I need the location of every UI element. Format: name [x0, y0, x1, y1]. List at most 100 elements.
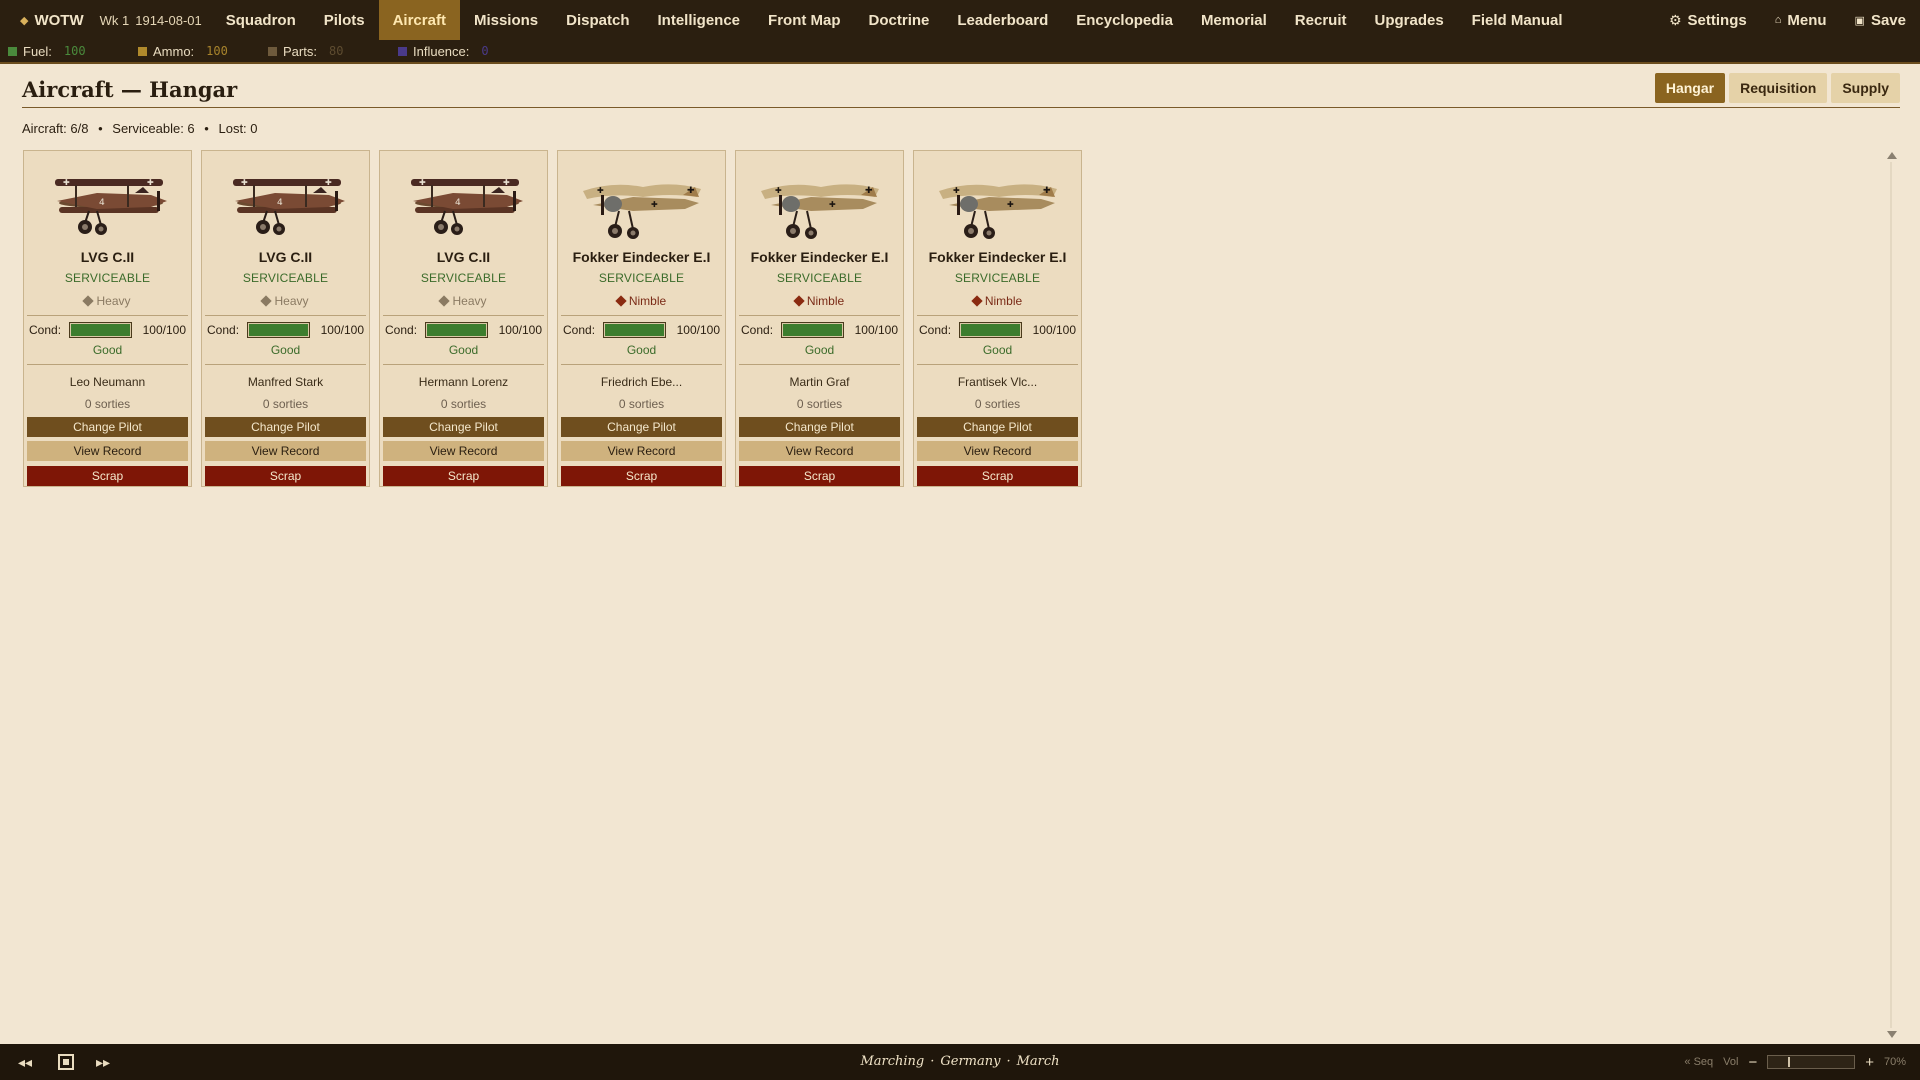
- nav-leaderboard[interactable]: Leaderboard: [943, 0, 1062, 40]
- scrap-button[interactable]: Scrap: [917, 466, 1078, 486]
- aircraft-name: LVG C.II: [436, 249, 491, 265]
- condition-bar-fill: [783, 324, 842, 336]
- view-record-button[interactable]: View Record: [27, 441, 188, 461]
- volume-percent: 70%: [1883, 1056, 1906, 1068]
- scrap-button[interactable]: Scrap: [205, 466, 366, 486]
- divider: [27, 315, 188, 316]
- nav-encyclopedia[interactable]: Encyclopedia: [1062, 0, 1187, 40]
- volume-up-button[interactable]: +: [1865, 1054, 1874, 1071]
- svg-text:4: 4: [455, 198, 461, 208]
- view-record-button[interactable]: View Record: [739, 441, 900, 461]
- svg-text:✚: ✚: [865, 186, 873, 196]
- svg-text:✚: ✚: [241, 178, 248, 187]
- aircraft-status: SERVICEABLE: [776, 271, 863, 285]
- volume-label: Vol: [1723, 1056, 1739, 1068]
- view-record-button[interactable]: View Record: [383, 441, 544, 461]
- divider: [739, 315, 900, 316]
- condition-text: Good: [448, 343, 479, 357]
- settings-button[interactable]: ⚙ Settings: [1655, 0, 1761, 40]
- nav-aircraft[interactable]: Aircraft: [378, 0, 460, 40]
- nav-dispatch[interactable]: Dispatch: [552, 0, 643, 40]
- biplane-illustration: 4 ✚ ✚: [217, 157, 355, 245]
- brand[interactable]: ◆ WOTW: [0, 0, 100, 40]
- nav-front-map[interactable]: Front Map: [754, 0, 855, 40]
- location-dot: ·: [1006, 1054, 1011, 1069]
- resource-value: 100: [206, 44, 228, 58]
- trait-label: Nimble: [806, 294, 845, 308]
- scroll-down-icon[interactable]: [1887, 1031, 1897, 1038]
- svg-text:4: 4: [99, 198, 105, 208]
- nav-pilots[interactable]: Pilots: [310, 0, 379, 40]
- volume-down-button[interactable]: −: [1748, 1054, 1757, 1071]
- change-pilot-button[interactable]: Change Pilot: [27, 417, 188, 437]
- volume-slider[interactable]: [1767, 1055, 1856, 1069]
- volume-knob[interactable]: [1788, 1057, 1791, 1067]
- condition-value: 100/100: [142, 323, 186, 337]
- view-record-button[interactable]: View Record: [561, 441, 722, 461]
- location-activity: Marching: [860, 1054, 925, 1069]
- divider: [205, 315, 366, 316]
- condition-value: 100/100: [1032, 323, 1076, 337]
- view-record-button[interactable]: View Record: [917, 441, 1078, 461]
- nav-memorial[interactable]: Memorial: [1187, 0, 1281, 40]
- change-pilot-button[interactable]: Change Pilot: [739, 417, 900, 437]
- svg-text:✚: ✚: [775, 186, 782, 195]
- svg-text:✚: ✚: [829, 200, 836, 209]
- save-button[interactable]: ▣ Save: [1841, 0, 1920, 40]
- resource-label: Parts:: [283, 43, 317, 59]
- scroll-up-icon[interactable]: [1887, 152, 1897, 159]
- location-music: March: [1016, 1054, 1060, 1069]
- tab-requisition[interactable]: Requisition: [1729, 72, 1828, 103]
- resource-bar: Fuel: 100 Ammo: 100 Parts: 80 Influence: 0: [0, 40, 1920, 64]
- resource-label: Ammo:: [153, 43, 195, 59]
- resource-label: Fuel:: [23, 43, 52, 59]
- condition-label: Cond:: [919, 323, 952, 337]
- main-nav: Squadron Pilots Aircraft Missions Dispatch In…: [212, 0, 1577, 40]
- trait-label: Heavy: [274, 294, 309, 308]
- change-pilot-button[interactable]: Change Pilot: [383, 417, 544, 437]
- nav-squadron[interactable]: Squadron: [212, 0, 310, 40]
- page-header: Aircraft — Hangar Hangar Requisition Suppl…: [22, 72, 1900, 108]
- condition-row: Cond: 100/100: [739, 320, 900, 340]
- sequence-toggle[interactable]: « Seq: [1684, 1056, 1713, 1068]
- menu-label: Menu: [1787, 11, 1827, 29]
- aircraft-trait: Nimble: [793, 291, 845, 311]
- view-record-button[interactable]: View Record: [205, 441, 366, 461]
- scrap-button[interactable]: Scrap: [561, 466, 722, 486]
- pilot-name: Manfred Stark: [247, 375, 324, 389]
- trait-diamond-icon: [82, 295, 95, 307]
- previous-track-icon[interactable]: ◂◂: [18, 1054, 32, 1071]
- change-pilot-button[interactable]: Change Pilot: [917, 417, 1078, 437]
- change-pilot-button[interactable]: Change Pilot: [561, 417, 722, 437]
- scrap-button[interactable]: Scrap: [27, 466, 188, 486]
- scrap-button[interactable]: Scrap: [739, 466, 900, 486]
- nav-doctrine[interactable]: Doctrine: [855, 0, 944, 40]
- sorties-count: 0 sorties: [262, 397, 309, 411]
- trait-label: Heavy: [96, 294, 131, 308]
- svg-text:✚: ✚: [1043, 186, 1051, 196]
- condition-value: 100/100: [320, 323, 364, 337]
- nav-upgrades[interactable]: Upgrades: [1360, 0, 1457, 40]
- tab-hangar[interactable]: Hangar: [1654, 72, 1726, 103]
- nav-recruit[interactable]: Recruit: [1281, 0, 1361, 40]
- divider: [561, 364, 722, 365]
- nav-missions[interactable]: Missions: [460, 0, 552, 40]
- divider: [205, 364, 366, 365]
- scroll-track[interactable]: [1890, 162, 1892, 1028]
- condition-value: 100/100: [498, 323, 542, 337]
- condition-bar-fill: [427, 324, 486, 336]
- nav-field-manual[interactable]: Field Manual: [1458, 0, 1577, 40]
- pilot-name: Frantisek Vlc...: [957, 375, 1038, 389]
- condition-label: Cond:: [207, 323, 240, 337]
- menu-button[interactable]: ⌂ Menu: [1761, 0, 1841, 40]
- scrollbar[interactable]: [1884, 148, 1900, 1042]
- scrap-button[interactable]: Scrap: [383, 466, 544, 486]
- trait-diamond-icon: [615, 295, 627, 307]
- condition-text: Good: [626, 343, 657, 357]
- brand-label: WOTW: [34, 11, 84, 29]
- next-track-icon[interactable]: ▸▸: [96, 1054, 110, 1071]
- change-pilot-button[interactable]: Change Pilot: [205, 417, 366, 437]
- nav-intelligence[interactable]: Intelligence: [644, 0, 755, 40]
- stop-icon[interactable]: [58, 1054, 74, 1070]
- tab-supply[interactable]: Supply: [1831, 72, 1900, 103]
